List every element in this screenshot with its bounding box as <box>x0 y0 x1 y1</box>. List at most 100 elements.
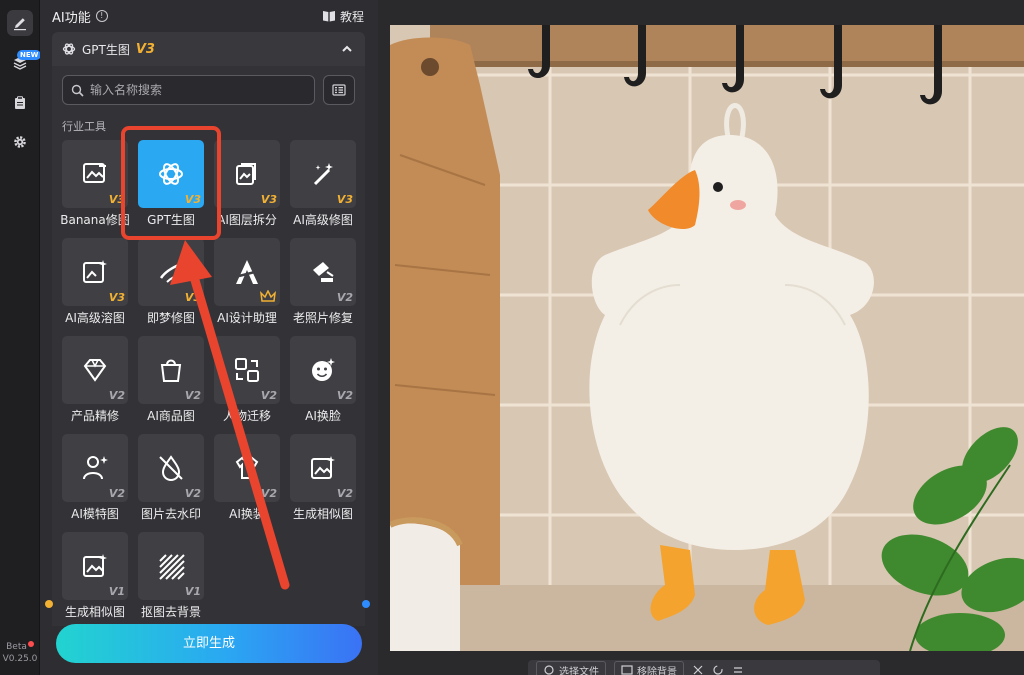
tool-person-transfer[interactable]: V2 <box>214 336 280 404</box>
tool-label: AI换脸 <box>305 409 341 423</box>
tool-banana-edit[interactable]: V3 <box>62 140 128 208</box>
beta-label: Beta <box>6 642 27 652</box>
goose-towel-photo <box>390 25 1024 651</box>
tool-version: V2 <box>336 487 353 500</box>
clothes-icon <box>235 456 259 479</box>
tool-label: AI换装 <box>229 507 265 521</box>
tool-version: V1 <box>108 585 125 598</box>
tool-version: V2 <box>336 291 353 304</box>
tool-label: AI商品图 <box>147 409 195 423</box>
remove-bg-label: 移除背景 <box>637 666 677 675</box>
search-icon <box>71 84 84 97</box>
tool-label: 生成相似图 <box>292 507 353 521</box>
tool-product-retouch[interactable]: V2 <box>62 336 128 404</box>
panel-header: AI功能 ! 教程 <box>52 6 364 26</box>
info-icon[interactable]: ! <box>95 10 108 22</box>
section-title-group: GPT生图 V3 <box>62 41 155 58</box>
beta-dot <box>27 641 34 647</box>
canvas-area: 选择文件 移除背景 <box>378 0 1024 675</box>
chevron-up-icon[interactable] <box>341 43 353 55</box>
similar-image-icon <box>83 554 107 577</box>
tool-advanced-edit[interactable]: V3 <box>290 140 356 208</box>
compare-icon[interactable] <box>692 664 704 675</box>
canvas-image <box>390 25 1024 651</box>
tool-version: V3 <box>108 291 125 304</box>
cutout-icon <box>159 554 185 580</box>
pen-icon <box>14 18 26 31</box>
tutorial-link[interactable]: 教程 <box>322 8 364 25</box>
select-file-button[interactable]: 选择文件 <box>536 661 606 675</box>
magic-wand-icon <box>313 163 333 186</box>
left-rail: NEW Beta V0.25.0 <box>0 0 42 675</box>
tool-version: V2 <box>184 389 201 402</box>
search-input[interactable] <box>90 83 310 97</box>
tool-label: 老照片修复 <box>292 311 353 325</box>
watermark-remove-icon <box>159 455 183 482</box>
tool-label: 产品精修 <box>70 409 119 423</box>
panel-title-group: AI功能 ! <box>52 7 108 26</box>
edit-tool-button[interactable] <box>7 10 33 36</box>
tool-label: AI设计助理 <box>217 311 277 325</box>
tool-version: V2 <box>108 389 125 402</box>
tool-jimeng-edit[interactable]: V3 <box>138 238 204 306</box>
design-assistant-icon <box>236 260 258 284</box>
tool-label: 图片去水印 <box>140 507 201 521</box>
ai-feature-panel: AI功能 ! 教程 GPT生图 V3 行业工具 V3 Banana修图 <box>40 0 378 675</box>
status-dot-right <box>362 600 370 608</box>
bottom-toolbar: 选择文件 移除背景 <box>528 660 880 675</box>
tool-label: 抠图去背景 <box>140 605 201 619</box>
tool-version: V1 <box>184 585 201 598</box>
tool-clothes-swap[interactable]: V2 <box>214 434 280 502</box>
clipboard-button[interactable] <box>7 90 33 116</box>
tool-similar-image-v2[interactable]: V2 <box>290 434 356 502</box>
tool-advanced-blend[interactable]: V3 <box>62 238 128 306</box>
settings-small-icon[interactable] <box>732 664 744 675</box>
tool-product-image[interactable]: V2 <box>138 336 204 404</box>
tool-watermark-remove[interactable]: V2 <box>138 434 204 502</box>
gear-icon <box>14 136 26 148</box>
book-icon <box>322 11 335 22</box>
person-swap-icon <box>235 358 259 382</box>
select-file-label: 选择文件 <box>559 666 599 675</box>
tool-version: V2 <box>108 487 125 500</box>
tool-model-image[interactable]: V2 <box>62 434 128 502</box>
model-icon <box>83 456 108 480</box>
remove-bg-button[interactable]: 移除背景 <box>614 661 684 675</box>
layer-split-icon <box>236 163 256 185</box>
tool-label: AI模特图 <box>71 507 119 521</box>
shopping-bag-icon <box>160 359 182 382</box>
face-icon <box>312 358 335 381</box>
tool-photo-repair[interactable]: V2 <box>290 238 356 306</box>
tool-design-assistant[interactable] <box>214 238 280 306</box>
image-edit-icon <box>83 163 106 183</box>
search-box[interactable] <box>62 75 315 105</box>
tool-label: 即梦修图 <box>146 311 195 325</box>
new-badge: NEW <box>17 50 42 60</box>
image-sparkle-icon <box>83 260 107 283</box>
tool-version: V3 <box>336 193 353 206</box>
tool-layer-split[interactable]: V3 <box>214 140 280 208</box>
category-label: 行业工具 <box>62 120 106 133</box>
tool-label: AI高级修图 <box>293 213 353 227</box>
tool-version: V2 <box>336 389 353 402</box>
list-icon <box>332 84 346 96</box>
similar-image-icon <box>311 456 335 479</box>
rotate-icon[interactable] <box>712 664 724 675</box>
openai-icon <box>62 43 76 55</box>
section-title: GPT生图 <box>82 42 130 57</box>
tool-version: V3 <box>260 193 277 206</box>
section-version: V3 <box>135 41 155 57</box>
generate-button[interactable]: 立即生成 <box>56 624 362 663</box>
section-header-gpt[interactable]: GPT生图 V3 <box>52 32 365 66</box>
tool-face-swap[interactable]: V2 <box>290 336 356 404</box>
photo-repair-icon <box>313 262 334 282</box>
settings-button[interactable] <box>7 129 33 155</box>
version-info: Beta V0.25.0 <box>0 641 40 665</box>
status-dot-left <box>45 600 53 608</box>
file-icon <box>544 665 554 675</box>
tutorial-label: 教程 <box>339 9 364 24</box>
list-view-toggle[interactable] <box>323 75 355 105</box>
diamond-icon <box>83 359 107 382</box>
tool-similar-image-v1[interactable]: V1 <box>62 532 128 600</box>
tool-cutout[interactable]: V1 <box>138 532 204 600</box>
